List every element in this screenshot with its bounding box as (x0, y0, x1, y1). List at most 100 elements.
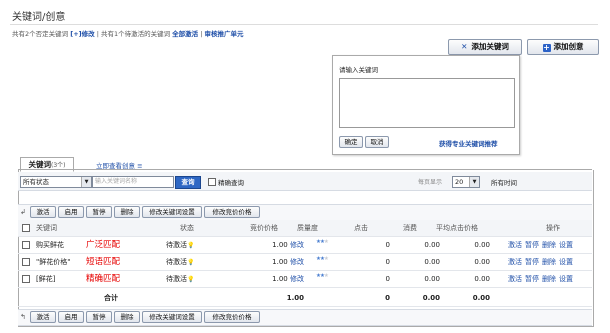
star-empty-icon: ★ (323, 256, 329, 262)
status-cell: 待激活💡 (166, 237, 194, 253)
status-text: 待激活 (166, 275, 187, 283)
edit-bid-button[interactable]: 修改竞价价格 (204, 311, 260, 323)
tab-keywords-count: (3个) (51, 162, 66, 169)
page-title: 关键词/创意 (12, 12, 66, 23)
cancel-button[interactable]: 取消 (365, 136, 389, 148)
keyword-recommend-link[interactable]: 获得专业关键词推荐 (439, 138, 498, 148)
summary-negative-count: 共有2个否定关键词 (12, 30, 69, 38)
activate-link[interactable]: 激活 (508, 258, 522, 266)
add-keyword-label: 添加关键词 (471, 42, 509, 51)
delete-link[interactable]: 删除 (542, 275, 556, 283)
settings-link[interactable]: 设置 (559, 275, 573, 283)
table-row: [鲜花] 精确匹配 待激活💡 1.00 修改 ★★★ 0 0.00 0.00 激活 暂停 删除 设置 (18, 271, 592, 288)
row-checkbox-cell (22, 237, 30, 253)
edit-keyword-settings-button[interactable]: 修改关键词设置 (142, 206, 202, 218)
review-unit-link[interactable]: 审核推广单元 (205, 30, 244, 38)
popup-label: 请输入关键词 (339, 66, 378, 74)
row-checkbox-cell (22, 254, 30, 270)
bid-value: 1.00 (272, 258, 288, 266)
add-creative-button[interactable]: + 添加创意 (527, 39, 599, 55)
bid-value: 1.00 (272, 275, 288, 283)
confirm-button[interactable]: 确定 (339, 136, 363, 148)
match-type: 精确匹配 (86, 274, 121, 284)
modify-negative-link[interactable]: [+]修改 (70, 30, 94, 38)
delete-link[interactable]: 删除 (542, 258, 556, 266)
pause-link[interactable]: 暂停 (525, 258, 539, 266)
cost-value: 0.00 (424, 258, 440, 266)
header-keyword: 关键词 (36, 224, 57, 232)
total-clicks: 0 (385, 294, 390, 302)
row-checkbox-cell (22, 271, 30, 287)
edit-bid-link[interactable]: 修改 (290, 241, 304, 249)
avg-price-value: 0.00 (474, 258, 490, 266)
status-text: 待激活 (166, 241, 187, 249)
exact-query-checkbox[interactable] (208, 178, 216, 186)
header-avg-price: 平均点击价格 (436, 224, 478, 232)
plus-icon: + (542, 43, 551, 52)
status-select-value: 所有状态 (23, 178, 49, 186)
edit-bid-button[interactable]: 修改竞价价格 (204, 206, 260, 218)
per-page-select[interactable]: 20 ▼ (452, 176, 480, 188)
delete-button[interactable]: 删除 (114, 311, 140, 323)
summary-line: 共有2个否定关键词 [+]修改 | 共有1个待激活的关键词 全部激活 | 审核推… (12, 28, 244, 38)
activate-button[interactable]: 激活 (30, 311, 56, 323)
pause-link[interactable]: 暂停 (525, 241, 539, 249)
quality-stars: ★★★ (316, 234, 329, 250)
pause-button[interactable]: 暂停 (86, 311, 112, 323)
activate-all-link[interactable]: 全部激活 (172, 30, 198, 38)
quality-stars: ★★★ (316, 251, 329, 267)
avg-price-value: 0.00 (474, 241, 490, 249)
delete-link[interactable]: 删除 (542, 241, 556, 249)
bid-cell: 1.00 修改 (238, 271, 304, 287)
match-type: 广泛匹配 (86, 240, 121, 250)
header-checkbox-cell (22, 220, 30, 236)
per-page-value: 20 (455, 178, 464, 186)
query-button[interactable]: 查询 (175, 176, 201, 189)
title-divider (10, 24, 598, 25)
star-empty-icon: ★ (323, 239, 329, 245)
activate-link[interactable]: 激活 (508, 275, 522, 283)
settings-link[interactable]: 设置 (559, 241, 573, 249)
edit-bid-link[interactable]: 修改 (290, 258, 304, 266)
keyword-search-input[interactable]: 输入关键词名称 (92, 176, 174, 188)
keyword-text: 购买鲜花 (36, 241, 64, 249)
add-keyword-button[interactable]: ✕ 添加关键词 (448, 39, 522, 55)
edit-keyword-settings-button[interactable]: 修改关键词设置 (142, 311, 202, 323)
select-all-checkbox[interactable] (22, 224, 30, 232)
chevron-down-icon: ▼ (469, 177, 479, 187)
status-select[interactable]: 所有状态 ▼ (20, 176, 92, 188)
total-label: 合计 (104, 294, 118, 302)
clicks-value: 0 (385, 241, 390, 249)
settings-link[interactable]: 设置 (559, 258, 573, 266)
bid-cell: 1.00 修改 (238, 254, 304, 270)
row-checkbox[interactable] (22, 275, 30, 283)
status-cell: 待激活💡 (166, 254, 194, 270)
clicks-value: 0 (385, 275, 390, 283)
clicks-value: 0 (385, 258, 390, 266)
activate-link[interactable]: 激活 (508, 241, 522, 249)
bulb-icon: 💡 (187, 242, 195, 249)
pause-link[interactable]: 暂停 (525, 275, 539, 283)
table-header: 关键词 状态 竞价价格 质量度 点击 消费 平均点击价格 操作 (18, 220, 592, 237)
total-cost: 0.00 (422, 294, 440, 302)
row-checkbox[interactable] (22, 258, 30, 266)
keyword-textarea[interactable] (339, 78, 515, 128)
row-checkbox[interactable] (22, 241, 30, 249)
edit-bid-link[interactable]: 修改 (290, 275, 304, 283)
chevron-down-icon: ▼ (81, 177, 91, 187)
star-empty-icon: ★ (323, 273, 329, 279)
header-status: 状态 (180, 224, 194, 232)
exact-query-label: 精确查询 (218, 179, 244, 187)
enable-button[interactable]: 启用 (58, 206, 84, 218)
enable-button[interactable]: 启用 (58, 311, 84, 323)
total-row: 合计 1.00 0 0.00 0.00 (18, 290, 592, 307)
summary-pending-count: | 共有1个待激活的关键词 (96, 30, 171, 38)
match-type: 短语匹配 (86, 257, 121, 267)
row-operations: 激活 暂停 删除 设置 (508, 237, 576, 253)
cost-value: 0.00 (424, 275, 440, 283)
header-clicks: 点击 (354, 224, 368, 232)
avg-price-value: 0.00 (474, 275, 490, 283)
pause-button[interactable]: 暂停 (86, 206, 112, 218)
activate-button[interactable]: 激活 (30, 206, 56, 218)
delete-button[interactable]: 删除 (114, 206, 140, 218)
